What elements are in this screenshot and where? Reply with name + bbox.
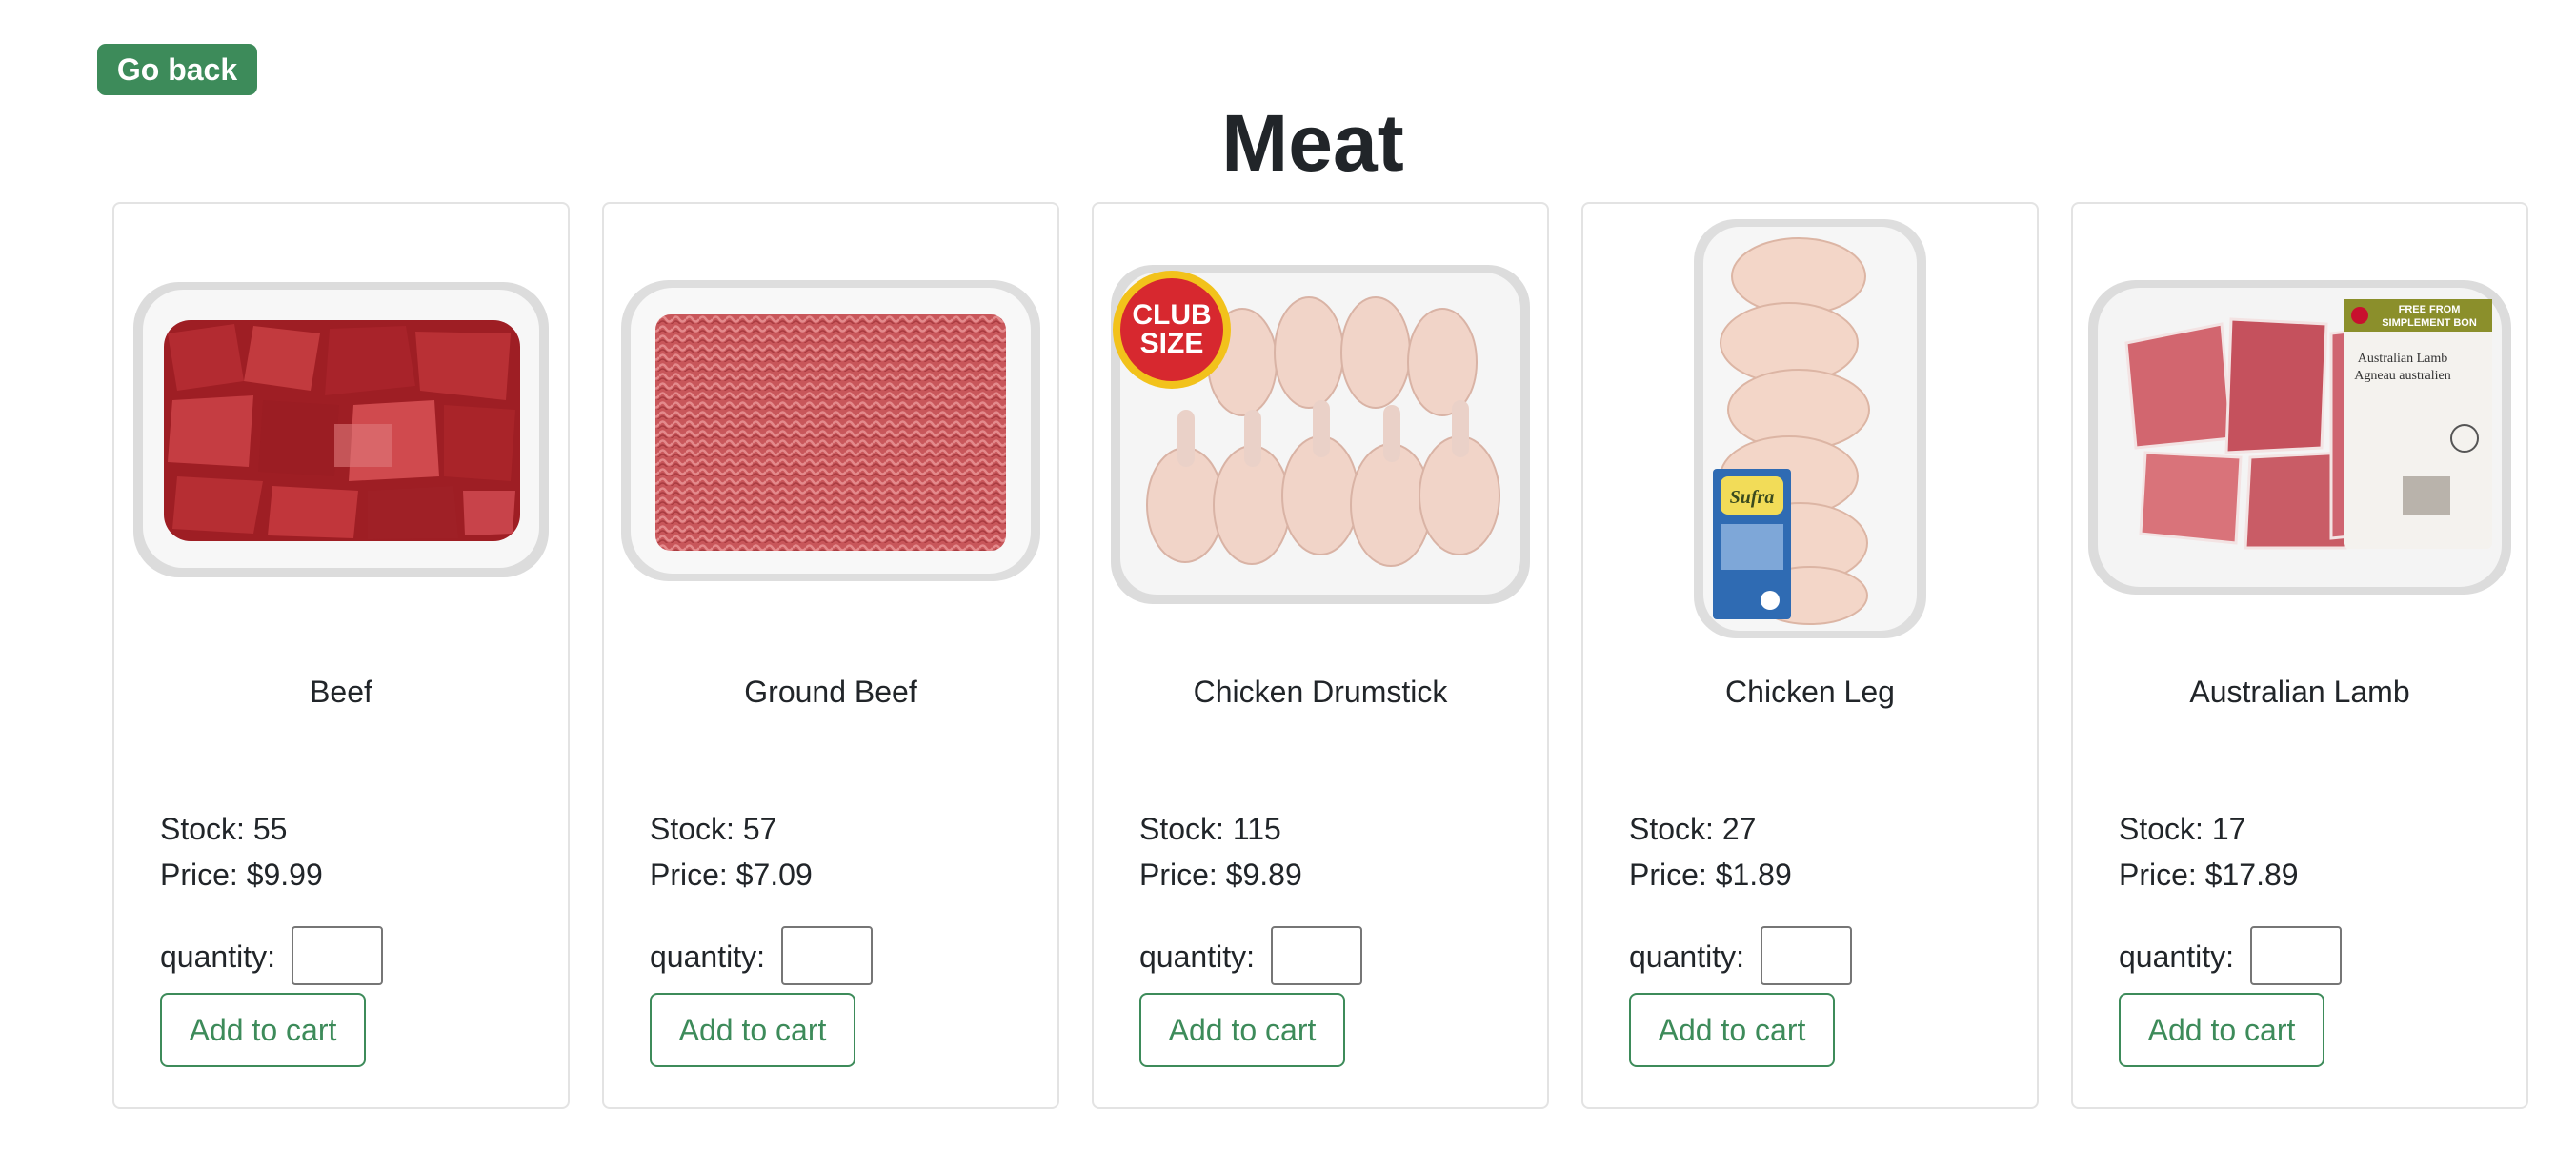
product-stock: Stock: 55: [160, 812, 288, 846]
svg-text:Agneau australien: Agneau australien: [2354, 369, 2450, 383]
product-price: Price: $17.89: [2119, 858, 2299, 892]
quantity-input[interactable]: [781, 926, 873, 985]
product-card-chicken-drumstick: CLUB SIZE Chicken Drumstick Stock: 115 P…: [1092, 202, 1549, 1109]
add-to-cart-button[interactable]: Add to cart: [2119, 993, 2324, 1067]
add-to-cart-button[interactable]: Add to cart: [1629, 993, 1835, 1067]
quantity-input[interactable]: [2250, 926, 2342, 985]
svg-text:SIMPLEMENT BON: SIMPLEMENT BON: [2382, 317, 2477, 329]
product-name: Australian Lamb: [2189, 675, 2410, 709]
product-stock: Stock: 27: [1629, 812, 1757, 846]
lamb-tray-image: FREE FROM SIMPLEMENT BON Australian Lamb…: [2088, 219, 2511, 638]
product-card-chicken-leg: Sufra Chicken Leg Stock: 27 Price: $1.89…: [1581, 202, 2039, 1109]
product-name: Ground Beef: [744, 675, 917, 709]
svg-text:FREE FROM: FREE FROM: [2399, 304, 2461, 315]
product-price: Price: $9.99: [160, 858, 323, 892]
product-stock: Stock: 17: [2119, 812, 2246, 846]
product-name: Chicken Leg: [1725, 675, 1895, 709]
add-to-cart-button[interactable]: Add to cart: [1139, 993, 1345, 1067]
chicken-drumsticks-tray-image: CLUB SIZE: [1109, 219, 1532, 638]
go-back-button[interactable]: Go back: [97, 44, 257, 95]
svg-text:Australian Lamb: Australian Lamb: [2358, 352, 2447, 366]
quantity-input[interactable]: [1761, 926, 1852, 985]
product-price: Price: $1.89: [1629, 858, 1792, 892]
product-card-ground-beef: Ground Beef Stock: 57 Price: $7.09 quant…: [602, 202, 1059, 1109]
product-stock: Stock: 57: [650, 812, 777, 846]
product-stock: Stock: 115: [1139, 812, 1281, 846]
beef-cubes-tray-image: [130, 219, 553, 638]
quantity-label: quantity:: [650, 939, 765, 974]
add-to-cart-button[interactable]: Add to cart: [160, 993, 366, 1067]
svg-text:CLUB: CLUB: [1132, 299, 1211, 331]
add-to-cart-button[interactable]: Add to cart: [650, 993, 855, 1067]
product-name: Chicken Drumstick: [1193, 675, 1448, 709]
product-card-beef: Beef Stock: 55 Price: $9.99 quantity: Ad…: [112, 202, 570, 1109]
product-price: Price: $7.09: [650, 858, 813, 892]
svg-text:Sufra: Sufra: [1730, 487, 1775, 508]
chicken-legs-tray-image: Sufra: [1599, 219, 2022, 638]
quantity-input[interactable]: [292, 926, 383, 985]
product-name: Beef: [310, 675, 372, 709]
ground-beef-tray-image: [619, 219, 1042, 638]
svg-text:SIZE: SIZE: [1140, 328, 1204, 359]
quantity-label: quantity:: [1139, 939, 1255, 974]
quantity-label: quantity:: [2119, 939, 2234, 974]
quantity-label: quantity:: [160, 939, 275, 974]
product-price: Price: $9.89: [1139, 858, 1302, 892]
quantity-input[interactable]: [1271, 926, 1362, 985]
quantity-label: quantity:: [1629, 939, 1744, 974]
product-card-australian-lamb: FREE FROM SIMPLEMENT BON Australian Lamb…: [2071, 202, 2528, 1109]
page-title: Meat: [1221, 98, 1404, 188]
